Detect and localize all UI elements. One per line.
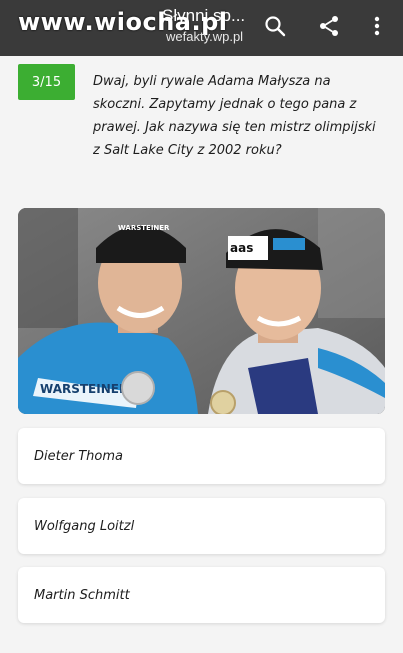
cap-logo-right: aas	[230, 241, 253, 255]
browser-toolbar: www.wiocha.pl Słynni sp... wefakty.wp.pl	[0, 0, 403, 56]
jacket-logo: WARSTEINER	[40, 382, 128, 396]
answer-option-1[interactable]: Dieter Thoma	[18, 428, 385, 484]
answer-label: Martin Schmitt	[34, 587, 130, 603]
quiz-photo: WARSTEINER WARSTEINER aas	[18, 208, 385, 414]
page-title: Słynni sp...	[162, 6, 246, 25]
search-icon[interactable]	[263, 14, 287, 38]
page-url: wefakty.wp.pl	[166, 29, 244, 44]
share-icon[interactable]	[317, 14, 341, 38]
more-vert-icon[interactable]	[365, 14, 389, 38]
question-text: Dwaj, byli rywale Adama Małysza na skocz…	[93, 74, 376, 158]
answer-label: Wolfgang Loitzl	[34, 518, 135, 534]
answer-option-3[interactable]: Martin Schmitt	[18, 567, 385, 623]
cap-logo-left: WARSTEINER	[118, 224, 170, 232]
answer-option-2[interactable]: Wolfgang Loitzl	[18, 498, 385, 554]
question-counter-badge: 3/15	[18, 64, 75, 100]
answer-label: Dieter Thoma	[34, 448, 123, 464]
